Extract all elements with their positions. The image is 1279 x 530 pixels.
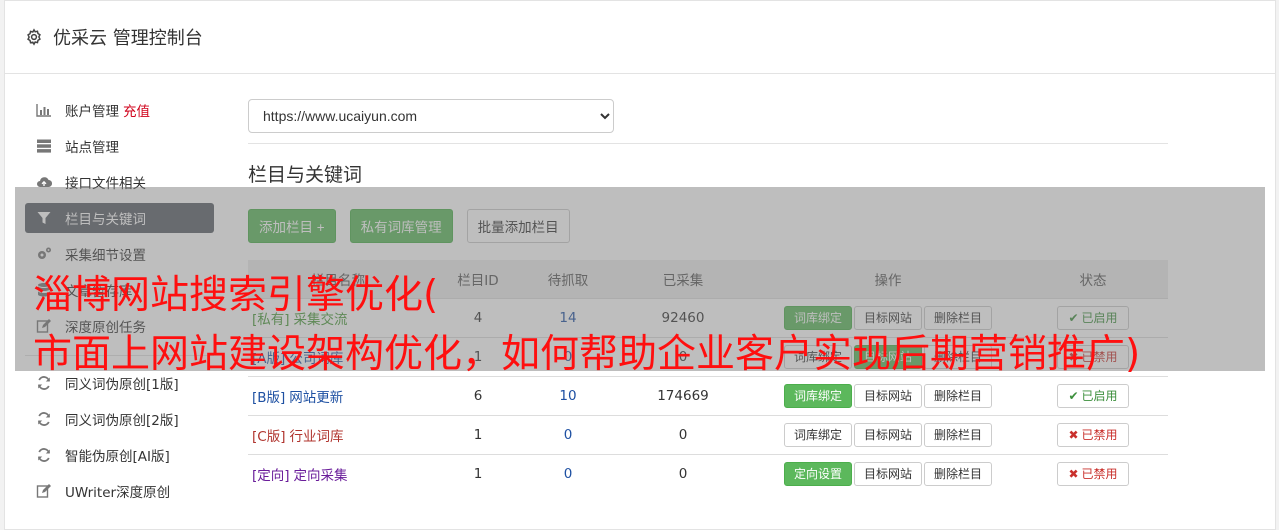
target-site-button[interactable]: 目标网站 (853, 383, 922, 408)
table-row: [B版] 网站更新 6 10 174669 词库绑定 目标网站 删除栏目 ✔ 已启用 (248, 375, 1168, 415)
refresh-icon (35, 375, 53, 391)
status-toggle[interactable]: ✖ 已禁用 (1057, 461, 1129, 486)
delete-column-button[interactable]: 删除栏目 (924, 383, 993, 408)
overlay-headline-1: 淄博网站搜索引擎优化( (33, 273, 439, 318)
recharge-link[interactable]: 充值 (123, 100, 150, 120)
sidebar-item-ai-rewrite[interactable]: 智能伪原创[AI版] (25, 440, 214, 470)
status-label: 已禁用 (1081, 428, 1118, 442)
column-id-cell: 6 (428, 375, 528, 415)
bar-chart-icon (35, 102, 53, 118)
actions-cell: 词库绑定 目标网站 删除栏目 (758, 414, 1018, 454)
status-cell: ✖ 已禁用 (1018, 453, 1168, 493)
actions-cell: 词库绑定 目标网站 删除栏目 (758, 375, 1018, 415)
column-id-cell: 1 (428, 453, 528, 493)
table-row: [C版] 行业词库 1 0 0 词库绑定 目标网站 删除栏目 ✖ 已禁用 (248, 414, 1168, 454)
pending-count[interactable]: 10 (559, 388, 576, 404)
bind-lib-button[interactable]: 词库绑定 (783, 422, 852, 447)
server-icon (35, 138, 53, 154)
collected-cell: 0 (608, 453, 758, 493)
status-cell: ✔ 已启用 (1018, 375, 1168, 415)
status-cell: ✖ 已禁用 (1018, 414, 1168, 454)
bind-lib-button[interactable]: 词库绑定 (783, 383, 852, 408)
sidebar-item-synonym-v2[interactable]: 同义词伪原创[2版] (25, 404, 214, 434)
overlay-headline-2: 市面上网站建设架构优化，如何帮助企业客户实现后期营销推广) (33, 332, 1141, 377)
column-name-cell: [定向] 定向采集 (248, 453, 428, 493)
panel-header: 优采云 管理控制台 (5, 1, 1275, 74)
sidebar-item-uwriter[interactable]: UWriter深度原创 (25, 476, 214, 506)
page-title: 优采云 管理控制台 (53, 28, 203, 49)
column-name-cell: [B版] 网站更新 (248, 375, 428, 415)
pending-count[interactable]: 0 (564, 466, 573, 482)
sidebar-item-account[interactable]: 账户管理 充值 (25, 95, 214, 125)
target-site-button[interactable]: 目标网站 (853, 422, 922, 447)
pending-cell: 10 (528, 375, 608, 415)
column-name-link[interactable]: 网站更新 (289, 390, 343, 406)
section-title: 栏目与关键词 (248, 164, 363, 186)
pending-count[interactable]: 0 (564, 427, 573, 443)
divider (248, 143, 1168, 144)
collected-cell: 0 (608, 414, 758, 454)
sidebar-item-label: 账户管理 (65, 104, 119, 120)
sidebar-item-label: UWriter深度原创 (65, 485, 171, 501)
column-name-cell: [C版] 行业词库 (248, 414, 428, 454)
site-select[interactable]: https://www.ucaiyun.com (248, 99, 614, 133)
actions-cell: 定向设置 目标网站 删除栏目 (758, 453, 1018, 493)
cross-icon: ✖ (1068, 466, 1079, 481)
edit-icon (35, 483, 53, 499)
sidebar-item-sites[interactable]: 站点管理 (25, 131, 214, 161)
status-toggle[interactable]: ✔ 已启用 (1057, 383, 1129, 408)
target-site-button[interactable]: 目标网站 (853, 461, 922, 486)
column-id-cell: 1 (428, 414, 528, 454)
table-row: [定向] 定向采集 1 0 0 定向设置 目标网站 删除栏目 ✖ 已禁用 (248, 453, 1168, 493)
column-name-link[interactable]: 定向采集 (294, 468, 348, 484)
check-icon: ✔ (1068, 388, 1079, 403)
column-tag: [C版] (252, 428, 286, 445)
column-tag: [B版] (252, 389, 286, 406)
sidebar-item-label: 站点管理 (65, 140, 119, 156)
column-tag: [定向] (252, 467, 290, 484)
bind-lib-button[interactable]: 定向设置 (783, 461, 852, 486)
delete-column-button[interactable]: 删除栏目 (924, 422, 993, 447)
refresh-icon (35, 447, 53, 463)
column-name-link[interactable]: 行业词库 (289, 429, 343, 445)
pending-cell: 0 (528, 414, 608, 454)
status-label: 已禁用 (1081, 467, 1118, 482)
status-toggle[interactable]: ✖ 已禁用 (1057, 422, 1129, 447)
sidebar-item-label: 同义词伪原创[2版] (65, 413, 179, 429)
status-label: 已启用 (1081, 389, 1118, 403)
gear-icon (27, 28, 41, 46)
delete-column-button[interactable]: 删除栏目 (924, 461, 993, 486)
sidebar-item-label: 智能伪原创[AI版] (65, 449, 170, 465)
refresh-icon (35, 411, 53, 427)
cross-icon: ✖ (1068, 427, 1079, 442)
collected-cell: 174669 (608, 375, 758, 415)
pending-cell: 0 (528, 453, 608, 493)
